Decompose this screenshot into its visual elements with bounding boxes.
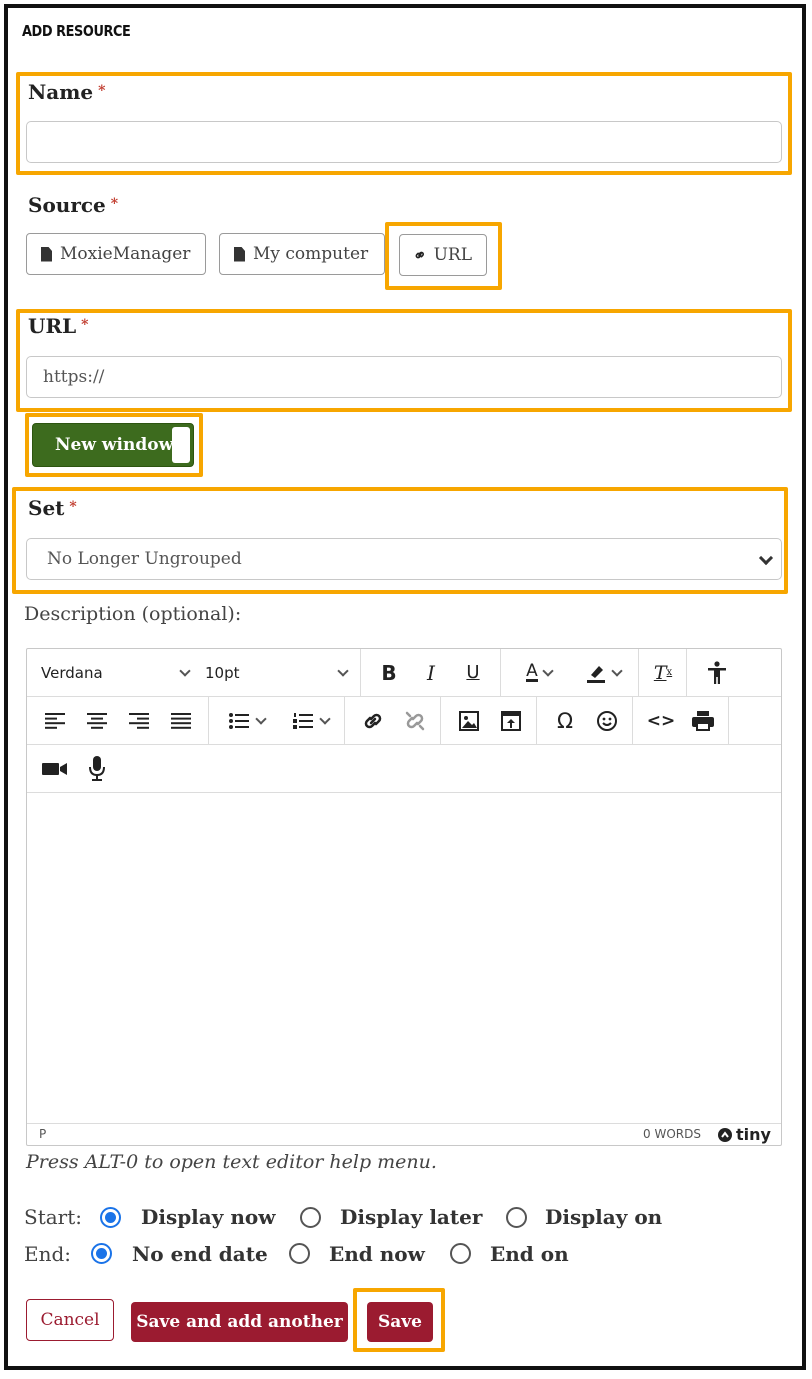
file-icon <box>234 246 245 262</box>
page-title: ADD RESOURCE <box>22 22 131 40</box>
source-my-computer-label: My computer <box>253 244 369 264</box>
toolbar-row-2: Ω <> <box>27 697 781 745</box>
source-my-computer-button[interactable]: My computer <box>219 233 385 275</box>
chevron-down-icon <box>758 550 774 566</box>
print-icon[interactable] <box>685 697 721 744</box>
font-family-value: Verdana <box>41 663 103 682</box>
tiny-brand: tiny <box>736 1125 771 1144</box>
font-size-select[interactable]: 10pt <box>199 649 353 696</box>
bullet-list-icon[interactable] <box>219 697 275 744</box>
align-justify-icon[interactable] <box>163 697 199 744</box>
record-audio-icon[interactable] <box>79 745 115 792</box>
source-moxiemanager-label: MoxieManager <box>60 244 191 264</box>
editor-content-area[interactable] <box>27 794 781 1124</box>
tiny-icon <box>718 1127 732 1142</box>
source-url-button[interactable]: URL <box>399 234 487 276</box>
radio-no-end-date[interactable] <box>91 1243 112 1264</box>
font-size-value: 10pt <box>205 663 240 682</box>
name-label: Name * <box>28 80 106 104</box>
description-label: Description (optional): <box>24 603 242 625</box>
display-later-label[interactable]: Display later <box>340 1205 482 1229</box>
accessibility-icon[interactable] <box>699 649 735 696</box>
new-window-toggle[interactable]: New window <box>32 423 194 467</box>
toolbar-group-code: <> <box>633 697 729 744</box>
toolbar-group-align <box>27 697 209 744</box>
source-url-label: URL <box>433 245 472 265</box>
editor-help-text: Press ALT-0 to open text editor help men… <box>26 1151 437 1173</box>
url-placeholder: https:// <box>43 367 105 387</box>
url-label: URL * <box>28 314 89 338</box>
italic-icon[interactable]: I <box>413 649 449 696</box>
toolbar-group-lists <box>209 697 345 744</box>
cancel-button[interactable]: Cancel <box>26 1299 114 1341</box>
save-button[interactable]: Save <box>367 1302 433 1342</box>
display-now-label[interactable]: Display now <box>141 1205 275 1229</box>
record-video-icon[interactable] <box>37 745 73 792</box>
unlink-icon[interactable] <box>397 697 433 744</box>
underline-icon[interactable]: U <box>455 649 491 696</box>
chevron-down-icon <box>179 664 191 677</box>
align-right-icon[interactable] <box>121 697 157 744</box>
end-label: End: <box>24 1242 72 1266</box>
set-selected-value: No Longer Ungrouped <box>47 549 242 569</box>
align-center-icon[interactable] <box>79 697 115 744</box>
name-input[interactable] <box>26 121 782 163</box>
bold-icon[interactable]: B <box>371 649 407 696</box>
radio-end-on[interactable] <box>450 1243 471 1264</box>
radio-display-now[interactable] <box>100 1207 121 1228</box>
embed-media-icon[interactable] <box>493 697 529 744</box>
toolbar-group-clear: Tx <box>639 649 687 696</box>
rich-text-editor: Verdana 10pt B I U A Tx Ω <> P 0 WORDS t… <box>26 648 782 1146</box>
highlight-color-icon[interactable] <box>573 649 633 696</box>
source-code-icon[interactable]: <> <box>643 697 679 744</box>
emoji-icon[interactable] <box>589 697 625 744</box>
element-path[interactable]: P <box>39 1127 46 1141</box>
end-now-label[interactable]: End now <box>329 1242 425 1266</box>
word-count[interactable]: 0 WORDS <box>643 1127 701 1141</box>
toolbar-row-1: Verdana 10pt B I U A Tx <box>27 649 781 697</box>
numbered-list-icon[interactable] <box>283 697 339 744</box>
set-select[interactable]: No Longer Ungrouped <box>26 538 782 580</box>
font-family-select[interactable]: Verdana <box>35 649 195 696</box>
no-end-date-label[interactable]: No end date <box>132 1242 268 1266</box>
url-input[interactable]: https:// <box>26 356 782 398</box>
text-color-icon[interactable]: A <box>511 649 567 696</box>
save-and-add-another-button[interactable]: Save and add another <box>131 1302 348 1342</box>
toolbar-group-special: Ω <box>537 697 633 744</box>
toolbar-row-3 <box>27 745 781 793</box>
link-icon <box>415 251 424 259</box>
toolbar-group-media <box>441 697 537 744</box>
special-character-icon[interactable]: Ω <box>547 697 583 744</box>
file-icon <box>41 246 52 262</box>
source-label: Source * <box>28 193 119 217</box>
radio-end-now[interactable] <box>289 1243 310 1264</box>
new-window-label: New window <box>55 435 174 455</box>
toolbar-group-links <box>345 697 441 744</box>
set-label: Set * <box>28 496 77 520</box>
start-label: Start: <box>24 1205 82 1229</box>
clear-format-icon[interactable]: Tx <box>645 649 681 696</box>
editor-status-bar: P 0 WORDS tiny <box>27 1123 781 1145</box>
insert-link-icon[interactable] <box>355 697 391 744</box>
source-moxiemanager-button[interactable]: MoxieManager <box>26 233 206 275</box>
toolbar-group-font: Verdana 10pt <box>27 649 361 696</box>
display-on-label[interactable]: Display on <box>545 1205 662 1229</box>
insert-image-icon[interactable] <box>451 697 487 744</box>
toolbar-group-format: B I U <box>361 649 501 696</box>
end-on-label[interactable]: End on <box>490 1242 569 1266</box>
align-left-icon[interactable] <box>37 697 73 744</box>
chevron-down-icon <box>337 664 349 677</box>
radio-display-on[interactable] <box>506 1207 527 1228</box>
toggle-knob <box>172 427 190 463</box>
tiny-logo[interactable]: tiny <box>717 1125 771 1144</box>
toolbar-group-color: A <box>501 649 639 696</box>
radio-display-later[interactable] <box>300 1207 321 1228</box>
